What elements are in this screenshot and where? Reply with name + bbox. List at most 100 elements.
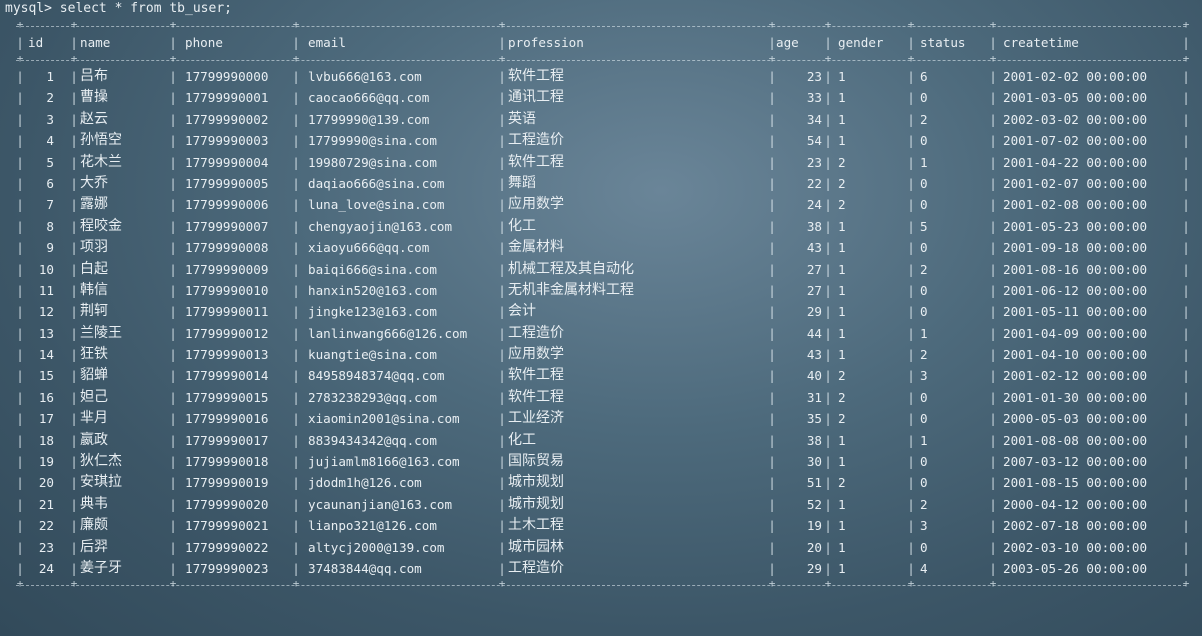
cell-profession: 英语 <box>508 110 536 127</box>
column-separator: | <box>1182 539 1190 555</box>
cell-email: 19980729@sina.com <box>308 154 437 170</box>
table-row: | | | | | | | | | | 7 露娜 17799990006 luna_love@sina.c… <box>0 194 1202 215</box>
cell-status: 2 <box>920 496 928 512</box>
cell-name: 兰陵王 <box>80 324 122 341</box>
cell-age: 44 <box>806 325 822 341</box>
column-separator: | <box>989 475 997 491</box>
table-row: | | | | | | | | | | 13 兰陵王 17799990012 lanlinwang666@… <box>0 323 1202 344</box>
column-separator: | <box>16 560 24 576</box>
cell-phone: 17799990001 <box>185 90 269 106</box>
cell-name: 狄仁杰 <box>80 453 122 470</box>
cell-createtime: 2001-07-02 00:00:00 <box>1003 133 1148 149</box>
cell-phone: 17799990004 <box>185 154 269 170</box>
column-separator: | <box>70 432 78 448</box>
cell-createtime: 2001-08-15 00:00:00 <box>1003 475 1148 491</box>
border-corner: + <box>824 18 832 31</box>
column-separator: | <box>768 454 776 470</box>
column-separator: | <box>16 282 24 298</box>
border-corner: + <box>498 18 506 31</box>
column-separator: | <box>292 411 300 427</box>
cell-phone: 17799990012 <box>185 325 269 341</box>
cell-id: 13 <box>38 325 54 341</box>
cell-profession: 应用数学 <box>508 346 564 363</box>
cell-gender: 1 <box>838 454 846 470</box>
cell-name: 项羽 <box>80 239 108 256</box>
column-separator: | <box>824 347 832 363</box>
column-separator: | <box>907 69 915 84</box>
cell-createtime: 2001-04-09 00:00:00 <box>1003 325 1148 341</box>
column-separator: | <box>1182 432 1190 448</box>
column-separator: | <box>989 111 997 127</box>
cell-gender: 1 <box>838 347 846 363</box>
table-row: | | | | | | | | | | 10 白起 17799990009 baiqi666@sina.c… <box>0 259 1202 280</box>
column-separator: | <box>907 454 915 470</box>
border-corner: + <box>768 52 776 65</box>
cell-age: 29 <box>806 560 822 576</box>
column-separator: | <box>70 35 78 50</box>
column-separator: | <box>292 197 300 213</box>
cell-status: 0 <box>920 197 928 213</box>
cell-gender: 1 <box>838 304 846 320</box>
column-separator: | <box>1182 133 1190 149</box>
cell-email: caocao666@qq.com <box>308 90 430 106</box>
column-separator: | <box>292 539 300 555</box>
cell-createtime: 2001-03-05 00:00:00 <box>1003 90 1148 106</box>
column-separator: | <box>1182 304 1190 320</box>
cell-email: jingke123@163.com <box>308 304 437 320</box>
cell-email: kuangtie@sina.com <box>308 347 437 363</box>
column-separator: | <box>16 389 24 405</box>
column-separator: | <box>16 432 24 448</box>
cell-email: lianpo321@126.com <box>308 518 437 534</box>
cell-profession: 化工 <box>508 217 536 234</box>
cell-age: 51 <box>806 475 822 491</box>
border-corner: + <box>989 52 997 65</box>
column-separator: | <box>16 154 24 170</box>
cell-name: 孙悟空 <box>80 132 122 149</box>
column-separator: | <box>70 197 78 213</box>
column-separator: | <box>292 518 300 534</box>
column-separator: | <box>989 69 997 84</box>
border-corner: + <box>16 52 24 65</box>
cell-phone: 17799990006 <box>185 197 269 213</box>
column-header-phone: phone <box>185 35 223 50</box>
cell-createtime: 2001-06-12 00:00:00 <box>1003 282 1148 298</box>
cell-createtime: 2001-05-23 00:00:00 <box>1003 218 1148 234</box>
cell-profession: 会计 <box>508 303 536 320</box>
cell-age: 54 <box>806 133 822 149</box>
column-separator: | <box>768 175 776 191</box>
cell-age: 23 <box>806 154 822 170</box>
cell-id: 1 <box>46 69 54 84</box>
column-separator: | <box>824 111 832 127</box>
column-separator: | <box>989 261 997 277</box>
cell-email: hanxin520@163.com <box>308 282 437 298</box>
column-separator: | <box>768 432 776 448</box>
cell-email: 8839434342@qq.com <box>308 432 437 448</box>
column-separator: | <box>70 560 78 576</box>
column-separator: | <box>70 261 78 277</box>
cell-name: 芈月 <box>80 410 108 427</box>
cell-gender: 1 <box>838 261 846 277</box>
column-separator: | <box>292 133 300 149</box>
column-separator: | <box>824 539 832 555</box>
cell-id: 24 <box>38 560 54 576</box>
cell-profession: 机械工程及其自动化 <box>508 260 634 277</box>
column-separator: | <box>1182 111 1190 127</box>
column-header-id: id <box>28 35 44 50</box>
column-separator: | <box>907 475 915 491</box>
column-separator: | <box>989 389 997 405</box>
cell-age: 52 <box>806 496 822 512</box>
cell-profession: 土木工程 <box>508 517 564 534</box>
terminal-window[interactable]: mysql> select * from tb_user; + + + + + + + + + +… <box>0 0 1202 636</box>
border-corner: + <box>169 52 177 65</box>
cell-status: 4 <box>920 560 928 576</box>
cell-phone: 17799990018 <box>185 454 269 470</box>
column-separator: | <box>169 282 177 298</box>
column-separator: | <box>768 347 776 363</box>
result-table: + + + + + + + + + + | | | | | | | | | | id name phone email prof… <box>0 18 1202 591</box>
column-separator: | <box>16 111 24 127</box>
table-row: | | | | | | | | | | 18 嬴政 17799990017 8839434342@qq.c… <box>0 430 1202 451</box>
border-corner: + <box>292 52 300 65</box>
column-separator: | <box>1182 518 1190 534</box>
cell-gender: 1 <box>838 282 846 298</box>
cell-status: 6 <box>920 69 928 84</box>
